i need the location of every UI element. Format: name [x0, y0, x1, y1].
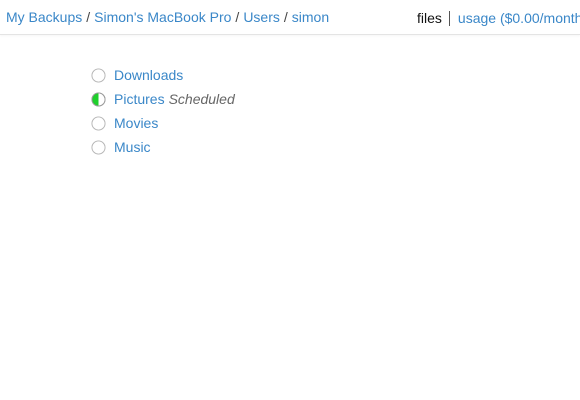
breadcrumb: My Backups / Simon's MacBook Pro / Users / sim…	[6, 9, 329, 25]
half-filled-circle-icon[interactable]	[91, 91, 106, 107]
folder-item-downloads[interactable]: Downloads	[91, 63, 235, 87]
breadcrumb-separator: /	[235, 9, 240, 25]
top-bar: My Backups / Simon's MacBook Pro / Users / sim…	[0, 0, 580, 35]
folder-item-music[interactable]: Music	[91, 135, 235, 159]
breadcrumb-simon[interactable]: simon	[292, 9, 329, 25]
files-tab[interactable]: files	[417, 10, 442, 26]
view-divider	[448, 11, 450, 26]
folder-label[interactable]: Pictures	[114, 91, 165, 107]
view-switcher: files usage ($0.00/month	[417, 10, 580, 26]
scheduled-status: Scheduled	[168, 91, 235, 107]
breadcrumb-separator: /	[86, 9, 91, 25]
folder-item-pictures[interactable]: Pictures Scheduled	[91, 87, 235, 111]
folder-label[interactable]: Downloads	[114, 67, 183, 83]
empty-circle-icon[interactable]	[91, 115, 106, 131]
breadcrumb-device[interactable]: Simon's MacBook Pro	[94, 9, 231, 25]
folder-item-movies[interactable]: Movies	[91, 111, 235, 135]
usage-link[interactable]: usage ($0.00/month	[458, 10, 580, 26]
empty-circle-icon[interactable]	[91, 139, 106, 155]
empty-circle-icon[interactable]	[91, 67, 106, 83]
breadcrumb-users[interactable]: Users	[243, 9, 280, 25]
folder-label[interactable]: Music	[114, 139, 151, 155]
folder-label[interactable]: Movies	[114, 115, 158, 131]
breadcrumb-separator: /	[283, 9, 288, 25]
breadcrumb-my-backups[interactable]: My Backups	[6, 9, 82, 25]
folder-list: Downloads Pictures Scheduled Movies Musi…	[91, 63, 235, 159]
